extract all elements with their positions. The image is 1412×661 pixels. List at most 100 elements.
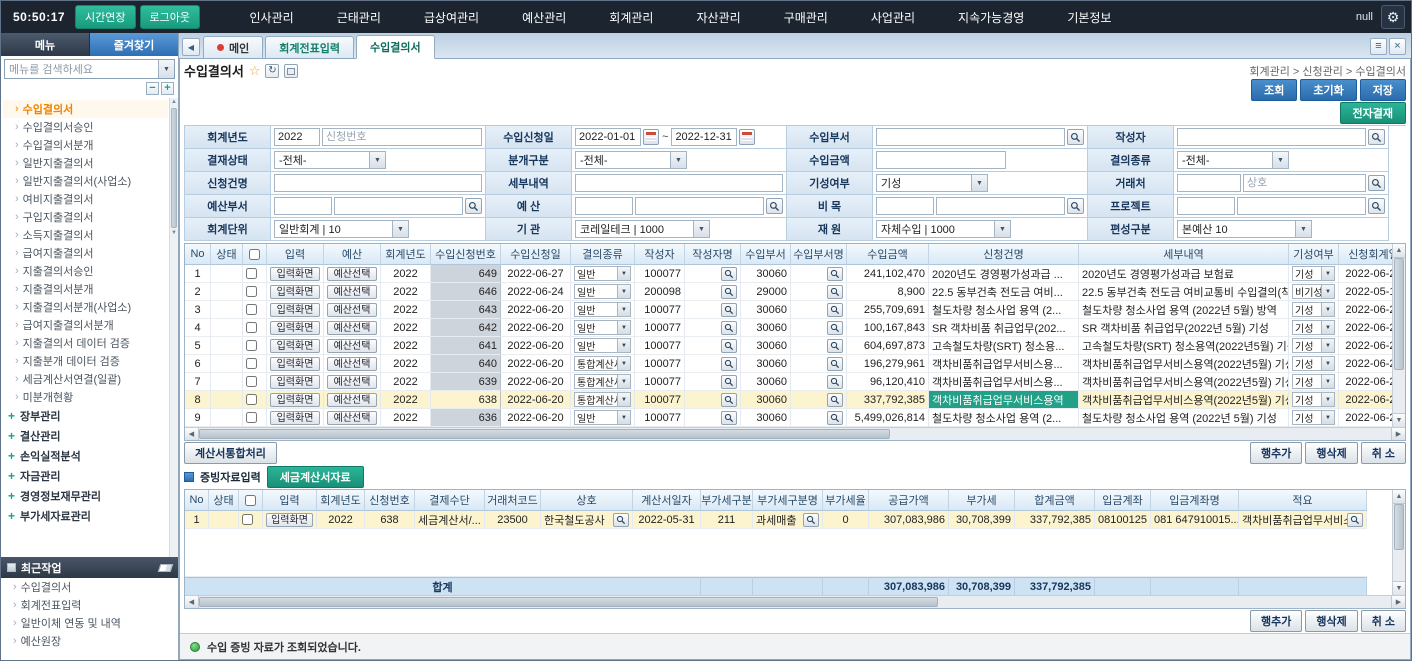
recent-work-item[interactable]: ›회계전표입력 <box>1 596 178 614</box>
cancel-button[interactable]: 취 소 <box>1361 442 1406 464</box>
tab-scroll-left-button[interactable]: ◀ <box>182 38 200 56</box>
recent-work-item[interactable]: ›예산원장 <box>1 632 178 650</box>
scroll-down-icon[interactable]: ▼ <box>1393 413 1405 427</box>
search-icon[interactable] <box>827 285 843 299</box>
scroll-left-icon[interactable]: ◀ <box>185 428 199 440</box>
input-screen-button[interactable]: 입력화면 <box>270 285 320 299</box>
invoice-merge-button[interactable]: 계산서통합처리 <box>184 442 277 464</box>
topbar-menu-item[interactable]: 근태관리 <box>331 5 387 30</box>
search-icon[interactable] <box>827 357 843 371</box>
budget-select-button[interactable]: 예산선택 <box>327 267 377 281</box>
completion-combo[interactable]: 기성▼ <box>1292 338 1335 353</box>
income-amount-input[interactable] <box>876 151 1006 169</box>
search-button[interactable]: 조회 <box>1251 79 1297 101</box>
detail-input[interactable] <box>575 174 783 192</box>
cancel-button[interactable]: 취 소 <box>1361 610 1406 632</box>
recent-work-item[interactable]: ›수입결의서 <box>1 578 178 596</box>
account-unit-select[interactable]: 일반회계 | 10▼ <box>274 220 409 238</box>
expand-plus-icon[interactable]: + <box>8 509 20 523</box>
expand-plus-icon[interactable]: + <box>8 489 20 503</box>
vertical-scrollbar[interactable]: ▲ ▼ <box>1392 490 1405 595</box>
scroll-up-icon[interactable]: ▲ <box>1393 244 1405 258</box>
expense-item-name-input[interactable] <box>936 197 1065 215</box>
sidebar-menu-item[interactable]: ›구입지출결의서 <box>3 208 168 226</box>
search-icon[interactable] <box>1067 198 1084 214</box>
search-icon[interactable] <box>613 513 629 527</box>
topbar-menu-item[interactable]: 회계관리 <box>603 5 659 30</box>
input-screen-button[interactable]: 입력화면 <box>270 303 320 317</box>
topbar-menu-item[interactable]: 예산관리 <box>516 5 572 30</box>
scroll-down-icon[interactable]: ▼ <box>170 229 178 238</box>
input-screen-button[interactable]: 입력화면 <box>270 321 320 335</box>
sidebar-menu-group[interactable]: +손익실적분석 <box>3 446 168 466</box>
budget-select-button[interactable]: 예산선택 <box>327 375 377 389</box>
collapse-all-button[interactable]: − <box>146 82 159 95</box>
sidebar-menu-group[interactable]: +경영정보재무관리 <box>3 486 168 506</box>
tax-invoice-data-button[interactable]: 세금계산서자료 <box>267 466 364 488</box>
completion-combo[interactable]: 기성▼ <box>1292 320 1335 335</box>
budget-select-button[interactable]: 예산선택 <box>327 339 377 353</box>
search-icon[interactable] <box>721 303 737 317</box>
recent-work-item[interactable]: ›일반이체 연동 및 내역 <box>1 614 178 632</box>
search-icon[interactable] <box>721 411 737 425</box>
sidebar-menu-item[interactable]: ›세금계산서연결(일괄) <box>3 370 168 388</box>
budget-dept-code-input[interactable] <box>274 197 332 215</box>
fiscal-year-input[interactable] <box>274 128 320 146</box>
sidebar-scrollbar[interactable]: ▲ ▼ <box>169 98 178 557</box>
agency-select[interactable]: 코레일테크 | 1000▼ <box>575 220 710 238</box>
completion-combo[interactable]: 기성▼ <box>1292 392 1335 407</box>
select-all-checkbox-cell[interactable] <box>243 244 267 265</box>
topbar-menu-item[interactable]: 사업관리 <box>865 5 921 30</box>
delete-row-button[interactable]: 행삭제 <box>1305 610 1357 632</box>
project-code-input[interactable] <box>1177 197 1235 215</box>
sidebar-menu-item[interactable]: ›수입결의서분개 <box>3 136 168 154</box>
reset-button[interactable]: 초기화 <box>1300 79 1356 101</box>
completion-combo[interactable]: 기성▼ <box>1292 356 1335 371</box>
scroll-left-icon[interactable]: ◀ <box>185 596 199 608</box>
budget-select-button[interactable]: 예산선택 <box>327 303 377 317</box>
save-button[interactable]: 저장 <box>1360 79 1406 101</box>
sidebar-menu-item[interactable]: ›수입결의서 <box>3 100 168 118</box>
scroll-right-icon[interactable]: ▶ <box>1391 596 1405 608</box>
logout-button[interactable]: 로그아웃 <box>140 5 200 29</box>
completion-combo[interactable]: 기성▼ <box>1292 374 1335 389</box>
sidebar-menu-item[interactable]: ›일반지출결의서 <box>3 154 168 172</box>
fund-source-select[interactable]: 자체수입 | 1000▼ <box>876 220 1011 238</box>
completion-combo[interactable]: 비기성▼ <box>1292 284 1335 299</box>
row-checkbox[interactable] <box>246 322 257 333</box>
search-icon[interactable] <box>1368 129 1385 145</box>
resolution-type-combo[interactable]: 일반▼ <box>574 284 631 299</box>
vendor-code-input[interactable] <box>1177 174 1241 192</box>
resolution-type-combo[interactable]: 일반▼ <box>574 302 631 317</box>
settings-gear-icon[interactable]: ⚙ <box>1381 5 1405 29</box>
input-screen-button[interactable]: 입력화면 <box>270 411 320 425</box>
budget-select-button[interactable]: 예산선택 <box>327 357 377 371</box>
budget-dept-name-input[interactable] <box>334 197 463 215</box>
input-screen-button[interactable]: 입력화면 <box>270 393 320 407</box>
sidebar-menu-item[interactable]: ›지출결의서분개 <box>3 280 168 298</box>
row-checkbox[interactable] <box>246 268 257 279</box>
tab-voucher-entry[interactable]: 회계전표입력 <box>265 36 354 58</box>
vendor-name-input[interactable] <box>1243 174 1366 192</box>
sidebar-menu-item[interactable]: ›급여지출결의서분개 <box>3 316 168 334</box>
search-icon[interactable] <box>827 339 843 353</box>
search-icon[interactable] <box>721 375 737 389</box>
search-icon[interactable] <box>827 321 843 335</box>
scroll-right-icon[interactable]: ▶ <box>1391 428 1405 440</box>
calendar-icon[interactable] <box>739 129 755 145</box>
search-icon[interactable] <box>1368 198 1385 214</box>
popup-icon[interactable] <box>284 64 298 78</box>
search-icon[interactable] <box>803 513 819 527</box>
clear-recent-icon[interactable] <box>158 564 174 572</box>
journal-type-select[interactable]: -전체-▼ <box>575 151 687 169</box>
row-checkbox[interactable] <box>246 376 257 387</box>
calendar-icon[interactable] <box>643 129 659 145</box>
add-row-button[interactable]: 행추가 <box>1250 442 1302 464</box>
budget-select-button[interactable]: 예산선택 <box>327 393 377 407</box>
extend-time-button[interactable]: 시간연장 <box>75 5 135 29</box>
input-screen-button[interactable]: 입력화면 <box>270 357 320 371</box>
expand-plus-icon[interactable]: + <box>8 429 20 443</box>
sidebar-menu-group[interactable]: +결산관리 <box>3 426 168 446</box>
search-icon[interactable] <box>827 375 843 389</box>
sidebar-menu-item[interactable]: ›수입결의서승인 <box>3 118 168 136</box>
